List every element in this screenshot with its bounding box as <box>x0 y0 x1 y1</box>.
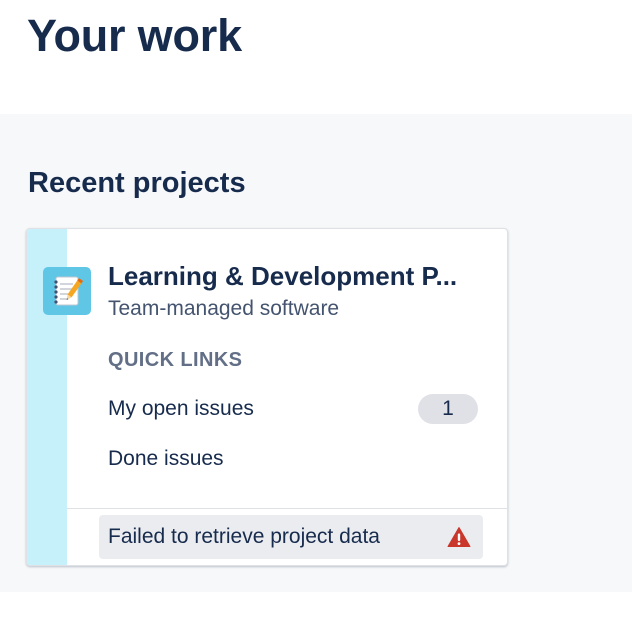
error-banner: Failed to retrieve project data <box>99 515 483 559</box>
project-card[interactable]: Learning & Development P... Team-managed… <box>26 228 508 566</box>
project-name-link[interactable]: Learning & Development P... <box>108 259 488 293</box>
notebook-pencil-icon <box>54 276 84 306</box>
quick-links-heading: QUICK LINKS <box>108 349 243 371</box>
error-message: Failed to retrieve project data <box>108 525 380 548</box>
my-open-issues-label: My open issues <box>108 397 254 420</box>
project-avatar <box>43 267 91 315</box>
card-divider <box>67 508 507 509</box>
done-issues-link[interactable]: Done issues <box>108 443 478 475</box>
open-issues-count-badge: 1 <box>418 394 478 424</box>
my-open-issues-link[interactable]: My open issues 1 <box>108 393 478 425</box>
warning-icon <box>447 527 471 547</box>
done-issues-label: Done issues <box>108 447 224 470</box>
recent-projects-heading: Recent projects <box>28 167 246 199</box>
project-type: Team-managed software <box>108 297 340 320</box>
page-title: Your work <box>27 10 242 61</box>
